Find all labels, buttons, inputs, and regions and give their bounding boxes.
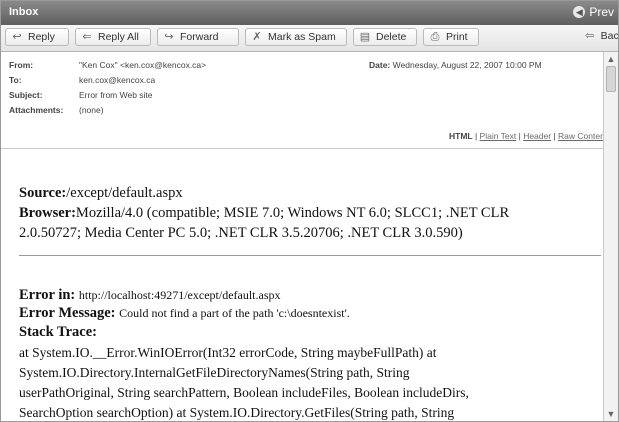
subject-value: Error from Web site: [79, 90, 153, 100]
to-label: To:: [9, 75, 22, 85]
source-value: /except/default.aspx: [66, 185, 183, 201]
error-message-line: Error Message: Could not find a part of …: [19, 305, 350, 322]
forward-label: Forward: [180, 31, 219, 43]
title-bar: Inbox ◀ Prev: [1, 1, 618, 25]
source-line: Source:/except/default.aspx: [19, 185, 183, 202]
reply-label: Reply: [28, 31, 55, 43]
view-raw-link[interactable]: Raw Content: [558, 131, 607, 141]
prev-arrow-icon: ◀: [573, 6, 586, 18]
body-divider: [19, 255, 601, 256]
mark-spam-button[interactable]: ✗ Mark as Spam: [245, 28, 347, 46]
stack-line-1: at System.IO.__Error.WinIOError(Int32 er…: [19, 345, 437, 360]
attachments-label: Attachments:: [9, 105, 64, 115]
reply-all-button[interactable]: ⇐ Reply All: [75, 28, 151, 46]
stack-line-2: System.IO.Directory.InternalGetFileDirec…: [19, 365, 410, 380]
delete-label: Delete: [376, 31, 407, 43]
view-options: HTML | Plain Text | Header | Raw Content: [449, 131, 608, 141]
reply-icon: ↩: [12, 31, 22, 43]
source-label: Source:: [19, 185, 67, 201]
subject-label: Subject:: [9, 90, 43, 100]
trash-icon: ▤: [359, 31, 371, 43]
prev-label: Prev: [589, 5, 614, 19]
scroll-thumb[interactable]: [606, 66, 616, 92]
message-header: From: "Ken Cox" <ken.cox@kencox.ca> Date…: [1, 52, 608, 148]
view-header-link[interactable]: Header: [523, 131, 551, 141]
delete-button[interactable]: ▤ Delete: [353, 28, 417, 46]
date-row: Date: Wednesday, August 22, 2007 10:00 P…: [369, 60, 542, 70]
stack-trace-heading: Stack Trace:: [19, 324, 97, 341]
forward-button[interactable]: ↪ Forward: [157, 28, 239, 46]
scroll-up-icon[interactable]: ▲: [604, 52, 618, 66]
browser-line-2: 2.0.50727; Media Center PC 5.0; .NET CLR…: [19, 225, 463, 242]
reply-button[interactable]: ↩ Reply: [5, 28, 69, 46]
error-in-label: Error in:: [19, 287, 76, 303]
scroll-down-icon[interactable]: ▼: [604, 407, 618, 421]
error-in-value: http://localhost:49271/except/default.as…: [78, 288, 281, 302]
view-plain-text-link[interactable]: Plain Text: [480, 131, 517, 141]
back-label: Back: [600, 30, 619, 42]
printer-icon: ⎙: [430, 31, 440, 43]
error-in-line: Error in: http://localhost:49271/except/…: [19, 287, 281, 304]
print-label: Print: [446, 31, 468, 43]
browser-line: Browser:Mozilla/4.0 (compatible; MSIE 7.…: [19, 205, 509, 222]
date-value: Wednesday, August 22, 2007 10:00 PM: [392, 60, 542, 70]
reply-all-icon: ⇐: [82, 31, 92, 43]
from-value[interactable]: "Ken Cox" <ken.cox@kencox.ca>: [79, 60, 206, 70]
stack-trace-label: Stack Trace:: [19, 324, 97, 340]
prev-button[interactable]: ◀ Prev: [573, 5, 614, 19]
stack-line-4: SearchOption searchOption) at System.IO.…: [19, 405, 455, 420]
browser-value-2: 2.0.50727; Media Center PC 5.0; .NET CLR…: [19, 225, 463, 241]
stack-line-3: userPathOriginal, String searchPattern, …: [19, 385, 469, 400]
back-arrow-icon: ⇦: [585, 30, 595, 42]
message-body: Source:/except/default.aspx Browser:Mozi…: [1, 149, 604, 421]
reply-all-label: Reply All: [98, 31, 139, 43]
spam-icon: ✗: [252, 31, 262, 43]
print-button[interactable]: ⎙ Print: [423, 28, 479, 46]
toolbar: ↩ Reply ⇐ Reply All ↪ Forward ✗ Mark as …: [1, 25, 618, 52]
to-value[interactable]: ken.cox@kencox.ca: [79, 75, 155, 85]
from-label: From:: [9, 60, 34, 70]
error-message-value: Could not find a part of the path 'c:\do…: [119, 306, 350, 320]
folder-title: Inbox: [9, 6, 39, 18]
forward-icon: ↪: [164, 31, 174, 43]
view-html[interactable]: HTML: [449, 131, 473, 141]
vertical-scrollbar[interactable]: ▲ ▼: [603, 52, 618, 421]
browser-label: Browser:: [19, 205, 76, 221]
browser-value-1: Mozilla/4.0 (compatible; MSIE 7.0; Windo…: [75, 205, 510, 221]
back-button[interactable]: ⇦ Back: [583, 30, 619, 42]
mark-spam-label: Mark as Spam: [268, 31, 336, 43]
date-label: Date:: [369, 60, 391, 70]
email-window: Inbox ◀ Prev ↩ Reply ⇐ Reply All ↪ Forwa…: [0, 0, 619, 422]
attachments-value: (none): [79, 105, 104, 115]
error-message-label: Error Message:: [19, 305, 116, 321]
